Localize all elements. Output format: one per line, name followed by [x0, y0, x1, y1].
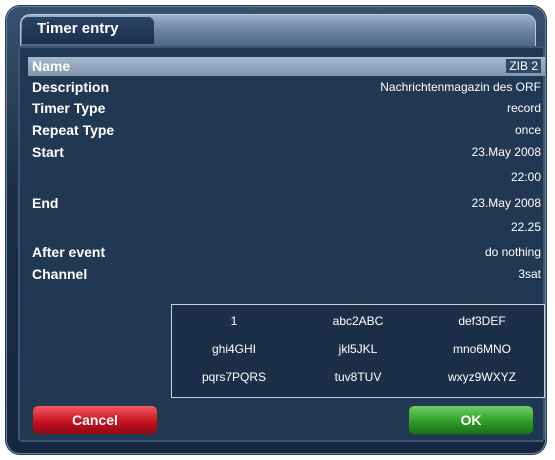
keypad-key[interactable]: wxyz9WXYZ	[420, 364, 544, 390]
keypad-key[interactable]: tuv8TUV	[296, 364, 420, 390]
field-timer-type[interactable]: Timer Type record	[28, 99, 545, 118]
field-label: Name	[32, 58, 71, 74]
field-label: After event	[32, 244, 106, 260]
field-label: Timer Type	[32, 100, 106, 116]
field-date: 23.May 2008	[471, 196, 541, 210]
field-label: Repeat Type	[32, 122, 115, 138]
keypad-key[interactable]: abc2ABC	[296, 308, 420, 334]
keypad-key[interactable]: mno6MNO	[420, 336, 544, 362]
field-label: End	[32, 195, 59, 211]
field-time: 22.25	[510, 220, 541, 234]
onscreen-keypad: 1 abc2ABC def3DEF ghi4GHI jkl5JKL mno6MN…	[171, 304, 545, 398]
field-date: 23.May 2008	[471, 145, 541, 159]
field-value: Nachrichtenmagazin des ORF	[380, 80, 541, 94]
field-description[interactable]: Description Nachrichtenmagazin des ORF	[28, 78, 545, 97]
field-value: do nothing	[484, 245, 541, 259]
field-value: once	[514, 123, 541, 137]
keypad-key[interactable]: 1	[172, 308, 296, 334]
field-name[interactable]: Name ZIB 2	[28, 57, 545, 76]
keypad-key[interactable]: def3DEF	[420, 308, 544, 334]
ok-button[interactable]: OK	[409, 406, 533, 434]
field-time: 22:00	[510, 170, 541, 184]
keypad-key[interactable]: jkl5JKL	[296, 336, 420, 362]
field-value: record	[506, 101, 541, 115]
field-value: 3sat	[518, 267, 541, 281]
dialog-title: Timer entry	[37, 20, 119, 37]
field-label: Start	[32, 144, 64, 160]
field-end[interactable]: End 23.May 2008	[28, 194, 545, 213]
field-label: Description	[32, 79, 110, 95]
keypad-key[interactable]: pqrs7PQRS	[172, 364, 296, 390]
field-start[interactable]: Start 23.May 2008	[28, 143, 545, 162]
keypad-key[interactable]: ghi4GHI	[172, 336, 296, 362]
field-end-time[interactable]: 22.25	[28, 218, 545, 237]
field-after-event[interactable]: After event do nothing	[28, 243, 545, 262]
field-start-time[interactable]: 22:00	[28, 168, 545, 187]
field-value: ZIB 2	[506, 59, 541, 73]
field-label: Channel	[32, 266, 88, 282]
field-channel[interactable]: Channel 3sat	[28, 265, 545, 284]
cancel-button[interactable]: Cancel	[33, 406, 157, 434]
field-repeat-type[interactable]: Repeat Type once	[28, 121, 545, 140]
